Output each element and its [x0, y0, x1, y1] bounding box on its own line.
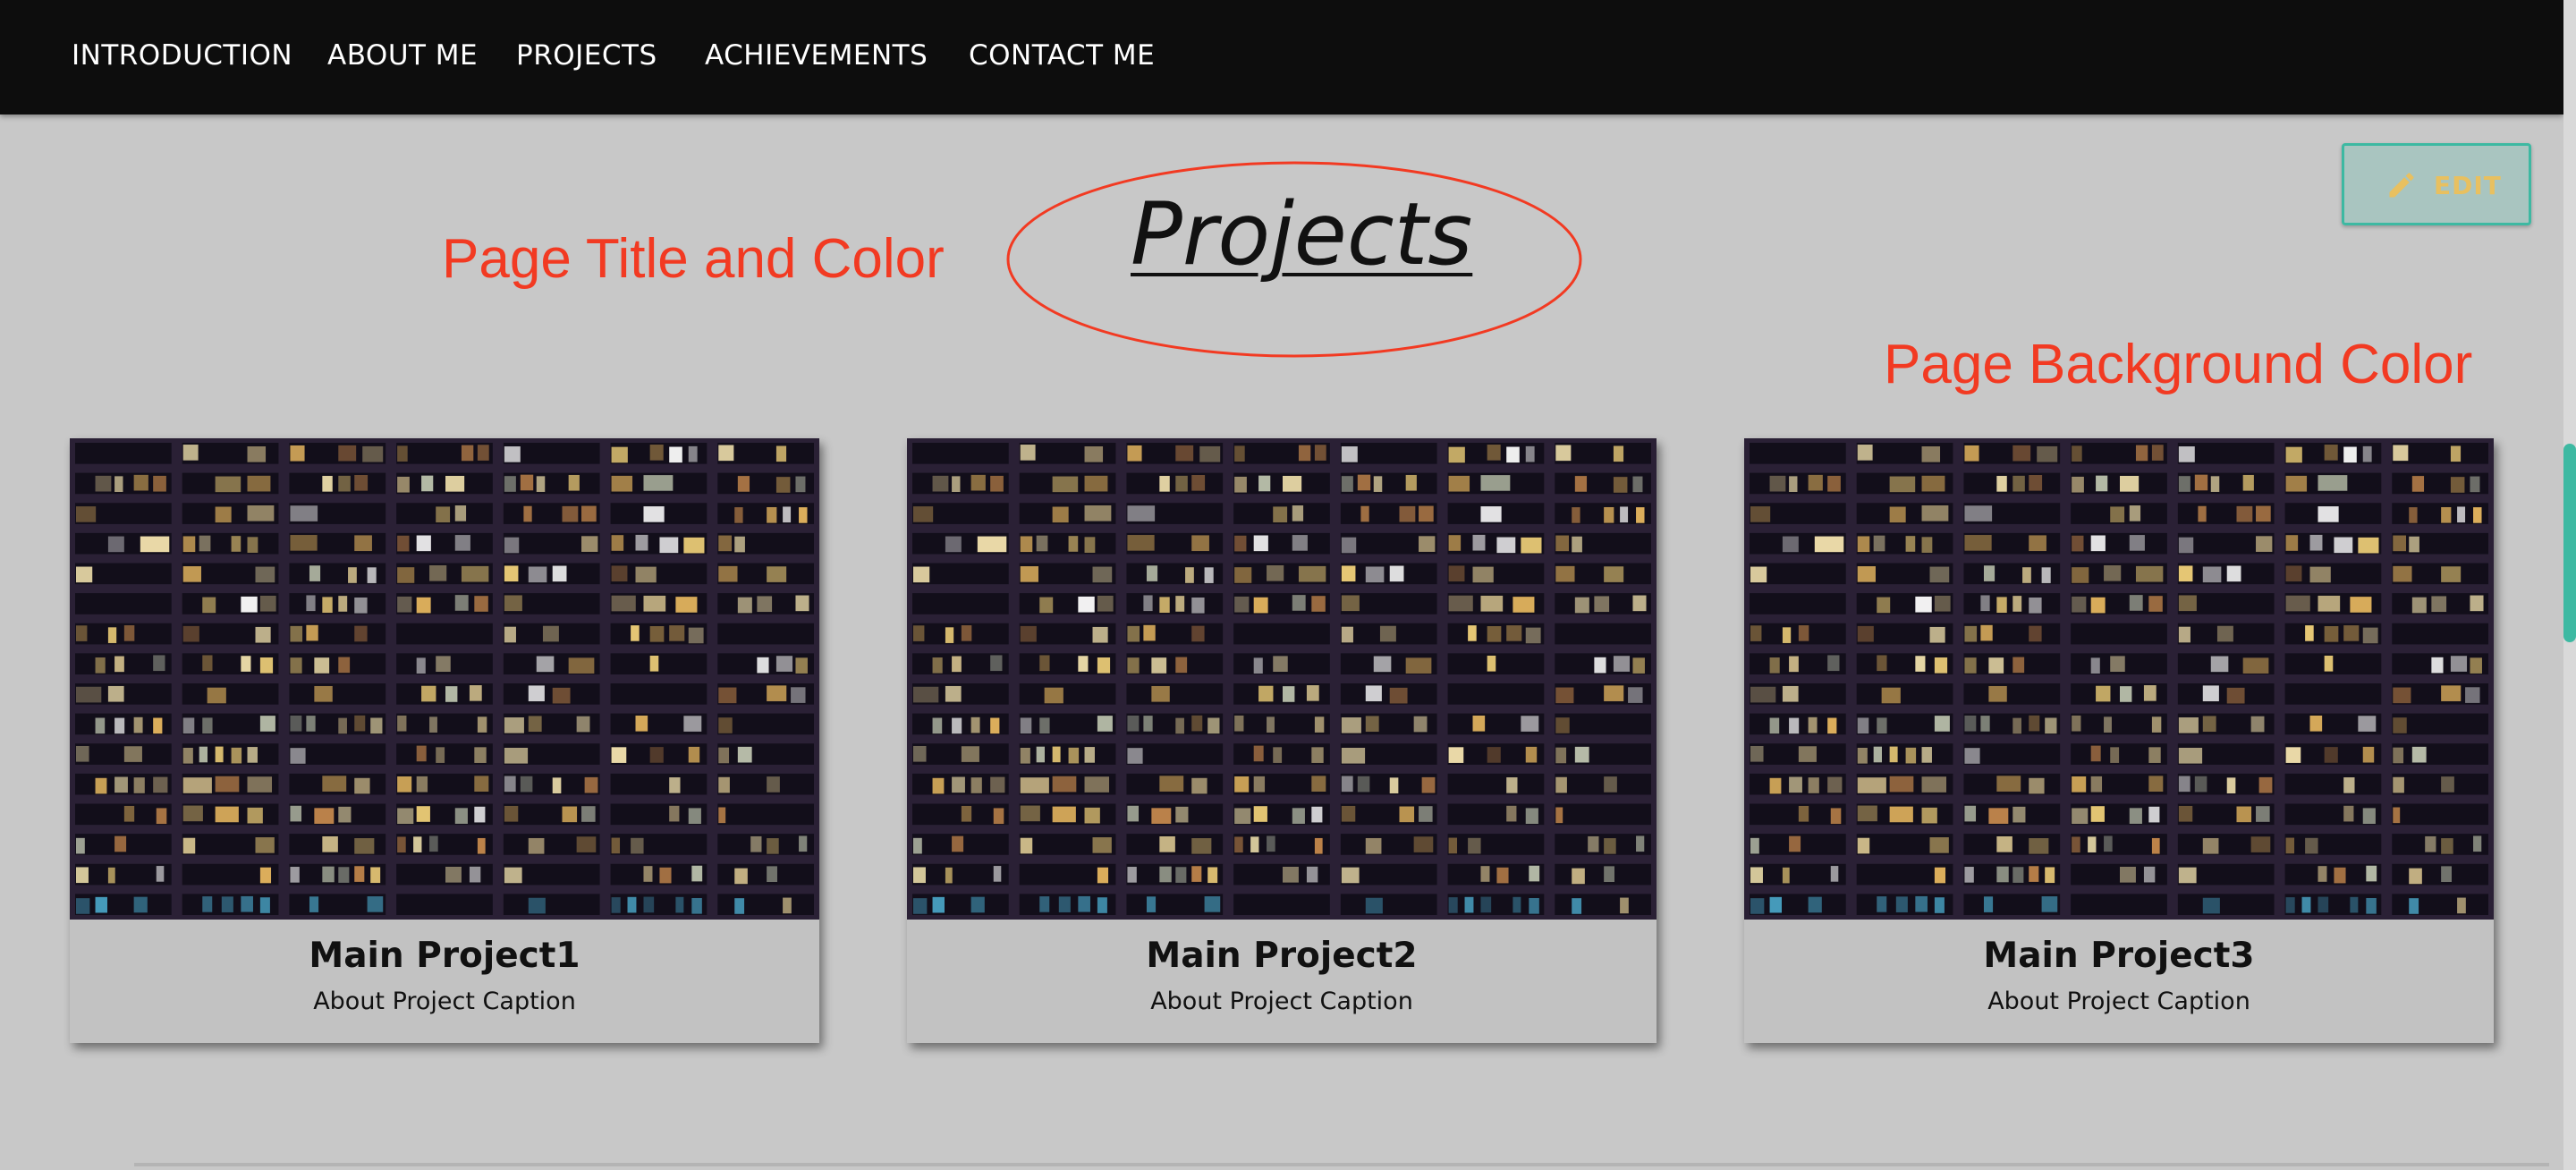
- building-windows-graphic: [1744, 438, 2494, 920]
- project-caption: About Project Caption: [1150, 988, 1413, 1015]
- divider: [134, 1163, 2549, 1166]
- project-title: Main Project2: [1146, 936, 1418, 976]
- page: INTRODUCTION ABOUT ME PROJECTS ACHIEVEME…: [0, 0, 2576, 1170]
- project-card-1[interactable]: Main Project1 About Project Caption: [70, 438, 819, 1043]
- project-caption: About Project Caption: [1987, 988, 2250, 1015]
- page-title: Projects: [1131, 184, 1473, 284]
- project-caption: About Project Caption: [313, 988, 576, 1015]
- nav-contact-me[interactable]: CONTACT ME: [969, 39, 1155, 72]
- annotation-page-title: Page Title and Color: [442, 228, 945, 290]
- building-windows-graphic: [70, 438, 819, 920]
- nav-achievements[interactable]: ACHIEVEMENTS: [705, 39, 928, 72]
- edit-button[interactable]: EDIT: [2342, 143, 2531, 225]
- building-windows-graphic: [907, 438, 1657, 920]
- project-title: Main Project1: [309, 936, 580, 976]
- scrollbar-thumb[interactable]: [2563, 444, 2576, 642]
- pencil-icon: [2389, 173, 2414, 198]
- edit-button-label: EDIT: [2434, 171, 2502, 200]
- nav-introduction[interactable]: INTRODUCTION: [72, 39, 292, 72]
- top-navbar: INTRODUCTION ABOUT ME PROJECTS ACHIEVEME…: [0, 0, 2563, 114]
- project-card-3[interactable]: Main Project3 About Project Caption: [1744, 438, 2494, 1043]
- project-image: [907, 438, 1657, 920]
- project-image: [1744, 438, 2494, 920]
- project-title: Main Project3: [1983, 936, 2255, 976]
- project-card-2[interactable]: Main Project2 About Project Caption: [907, 438, 1657, 1043]
- annotation-page-background: Page Background Color: [1884, 334, 2473, 395]
- project-image: [70, 438, 819, 920]
- nav-about-me[interactable]: ABOUT ME: [327, 39, 478, 72]
- nav-projects[interactable]: PROJECTS: [516, 39, 657, 72]
